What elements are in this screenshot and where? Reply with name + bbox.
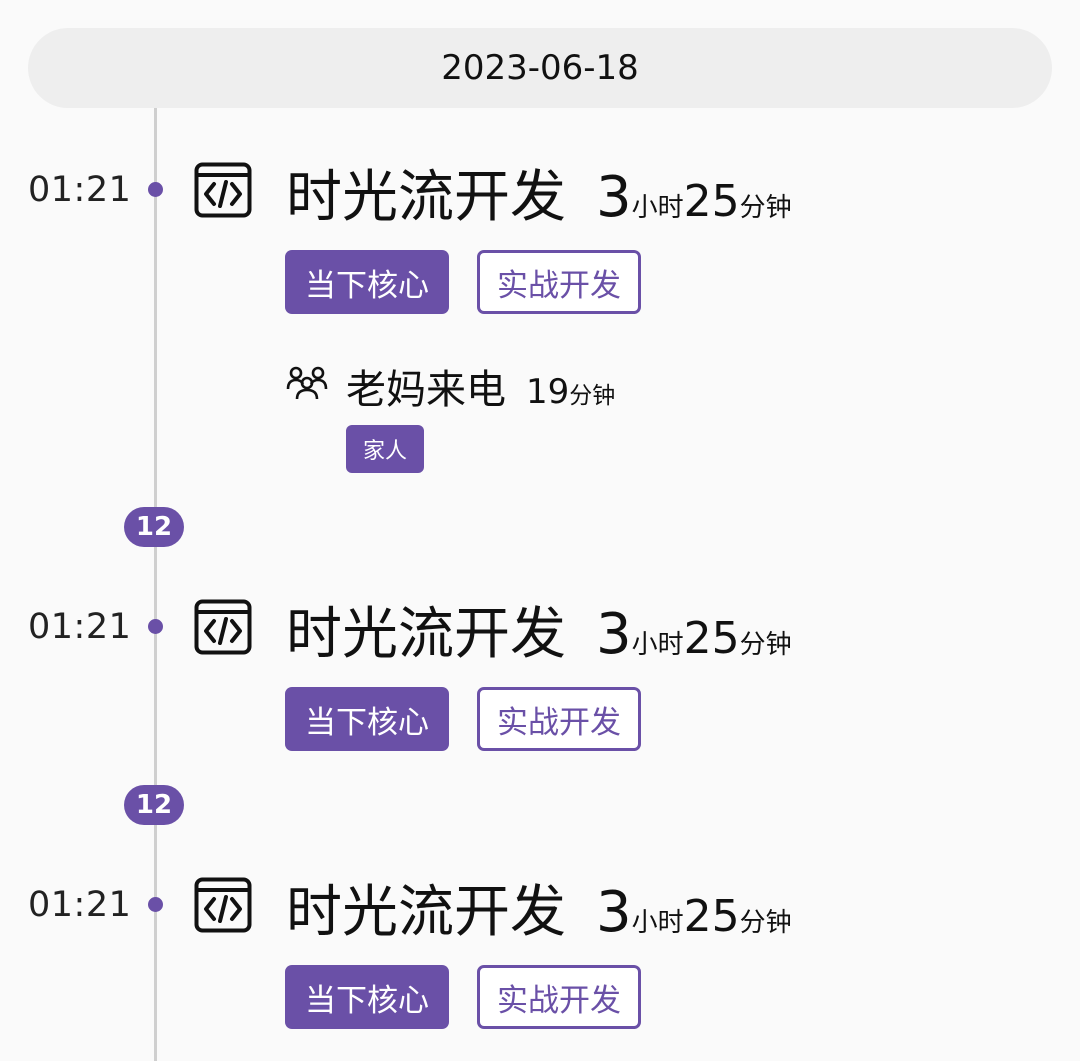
people-icon: [286, 365, 328, 401]
sub-entry-minutes-unit: 分钟: [569, 383, 616, 409]
tag-primary[interactable]: 当下核心: [285, 965, 449, 1029]
timeline-dot: [148, 897, 163, 912]
duration-hours: 3: [596, 880, 632, 945]
code-window-icon: [194, 877, 252, 933]
tag-secondary[interactable]: 实战开发: [477, 965, 641, 1029]
tag-primary[interactable]: 当下核心: [285, 687, 449, 751]
entry-title-line: 时光流开发 3 小时 25 分钟: [286, 589, 792, 670]
entry-time: 01:21: [28, 607, 132, 647]
code-window-icon: [194, 162, 252, 218]
tag-primary[interactable]: 当下核心: [285, 250, 449, 314]
duration-minutes: 25: [683, 176, 740, 227]
entry-title: 时光流开发: [286, 880, 566, 945]
date-header[interactable]: 2023-06-18: [28, 28, 1052, 108]
date-label: 2023-06-18: [441, 48, 639, 88]
duration-hours: 3: [596, 165, 632, 230]
timeline-dot: [148, 619, 163, 634]
gap-count-badge[interactable]: 12: [124, 785, 184, 825]
timeline-entry[interactable]: 01:21 时光流开发 3 小时 25 分钟 当下核心 实战开发: [0, 875, 1080, 1045]
sub-entry[interactable]: 老妈来电 19 分钟 家人: [0, 355, 1080, 475]
entry-title: 时光流开发: [286, 165, 566, 230]
code-window-icon: [194, 599, 252, 655]
timeline-entry[interactable]: 01:21 时光流开发 3 小时 25 分钟 当下核心 实战开发: [0, 597, 1080, 767]
hours-unit: 小时: [631, 630, 684, 660]
entry-title-line: 时光流开发 3 小时 25 分钟: [286, 152, 792, 233]
tag-secondary[interactable]: 实战开发: [477, 687, 641, 751]
hours-unit: 小时: [631, 193, 684, 223]
gap-count-badge[interactable]: 12: [124, 507, 184, 547]
duration-minutes: 25: [683, 891, 740, 942]
sub-entry-title-line: 老妈来电 19 分钟: [346, 357, 615, 415]
entry-time: 01:21: [28, 885, 132, 925]
duration-minutes: 25: [683, 613, 740, 664]
timeline-dot: [148, 182, 163, 197]
entry-title: 时光流开发: [286, 602, 566, 667]
timeline-entry[interactable]: 01:21 时光流开发 3 小时 25 分钟 当下核心 实战开发: [0, 160, 1080, 473]
sub-entry-title: 老妈来电: [346, 367, 506, 413]
hours-unit: 小时: [631, 908, 684, 938]
sub-entry-tag[interactable]: 家人: [346, 425, 424, 473]
minutes-unit: 分钟: [739, 630, 792, 660]
entry-title-line: 时光流开发 3 小时 25 分钟: [286, 867, 792, 948]
minutes-unit: 分钟: [739, 908, 792, 938]
duration-hours: 3: [596, 602, 632, 667]
entry-time: 01:21: [28, 170, 132, 210]
minutes-unit: 分钟: [739, 193, 792, 223]
sub-entry-minutes: 19: [526, 372, 570, 412]
tag-secondary[interactable]: 实战开发: [477, 250, 641, 314]
